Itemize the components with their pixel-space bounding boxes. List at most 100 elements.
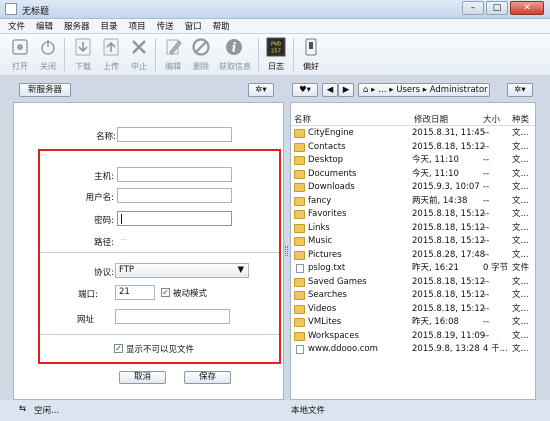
local-files-label: 本地文件 (291, 406, 326, 416)
menu-directory[interactable]: 目录 (101, 20, 118, 32)
file-type: 文... (512, 249, 529, 260)
protocol-select[interactable]: FTP ▼ (115, 263, 249, 278)
file-row[interactable]: Contacts 2015.8.18, 15:12 -- 文... (291, 141, 535, 155)
abort-button[interactable]: 中止 (124, 36, 154, 74)
name-field[interactable] (117, 127, 232, 142)
file-row[interactable]: CityEngine 2015.8.31, 11:45 -- 文... (291, 127, 535, 141)
left-gear-menu[interactable]: ✲▾ (248, 83, 274, 97)
disconnect-button[interactable]: 关闭 (33, 36, 63, 74)
local-file-browser: 名称 修改日期 大小 种类 CityEngine 2015.8.31, 11:45… (290, 102, 536, 400)
status-bar: ⇆ 空闲... 本地文件 (0, 400, 550, 421)
breadcrumb-separator-icon: ▸ … ▸ (371, 85, 394, 95)
host-field[interactable] (117, 167, 232, 182)
password-field[interactable] (117, 211, 232, 226)
file-name: Downloads (308, 182, 355, 192)
file-type: 文... (512, 141, 529, 152)
preferences-label: 偏好 (303, 62, 319, 71)
delete-button[interactable]: 删除 (186, 36, 216, 74)
path-breadcrumb[interactable]: ⌂ ▸ … ▸ Users ▸ Administrator (358, 83, 490, 97)
edit-button[interactable]: 编辑 (158, 36, 188, 74)
download-button[interactable]: 下载 (68, 36, 98, 74)
file-row[interactable]: Desktop 今天, 11:10 -- 文... (291, 154, 535, 168)
file-size: 4 千... (483, 344, 508, 354)
file-type: 文... (512, 182, 529, 192)
file-name: Workspaces (308, 330, 359, 341)
file-type: 文... (512, 317, 529, 327)
upload-button[interactable]: 上传 (96, 36, 126, 74)
protocol-label: 协议: (94, 268, 114, 278)
close-window-button[interactable]: ✕ (510, 1, 544, 15)
file-type: 文... (512, 155, 529, 165)
new-server-button[interactable]: 新服务器 (19, 83, 71, 97)
file-row[interactable]: Searches 2015.8.18, 15:12 -- 文... (291, 289, 535, 303)
preferences-button[interactable]: 偏好 (296, 36, 326, 74)
save-button[interactable]: 保存 (184, 371, 231, 384)
file-row[interactable]: VMLites 昨天, 16:08 -- 文... (291, 316, 535, 330)
get-info-button[interactable]: i 获取信息 (219, 36, 251, 74)
file-row[interactable]: Pictures 2015.8.28, 17:48 -- 文... (291, 249, 535, 263)
file-date: 2015.8.18, 15:12 (412, 209, 486, 219)
file-size: -- (483, 141, 490, 152)
menu-file[interactable]: 文件 (8, 20, 25, 32)
heart-icon: ♥▾ (299, 85, 311, 95)
forward-button[interactable]: ▶ (338, 83, 354, 97)
maximize-button[interactable]: □ (486, 1, 508, 15)
show-hidden-checkbox[interactable]: ✓ (114, 344, 123, 353)
file-row[interactable]: Music 2015.8.18, 15:12 -- 文... (291, 235, 535, 249)
file-row[interactable]: fancy 两天前, 14:38 -- 文... (291, 195, 535, 209)
download-label: 下载 (75, 62, 91, 71)
file-name: CityEngine (308, 128, 354, 138)
breadcrumb-users[interactable]: Users (396, 85, 420, 95)
right-gear-menu[interactable]: ✲▾ (507, 83, 533, 97)
menu-project[interactable]: 项目 (129, 20, 146, 32)
file-date: 昨天, 16:21 (412, 263, 459, 273)
file-size: -- (483, 168, 490, 179)
file-row[interactable]: Links 2015.8.18, 15:12 -- 文... (291, 222, 535, 236)
username-label: 用户名: (85, 193, 114, 203)
protocol-select-value: FTP (119, 265, 135, 275)
menu-edit[interactable]: 编辑 (36, 20, 53, 32)
file-row[interactable]: www.ddooo.com 2015.9.8, 13:28 4 千... 文... (291, 343, 535, 357)
file-row[interactable]: Downloads 2015.9.3, 10:07 -- 文... (291, 181, 535, 195)
folder-icon (294, 142, 305, 152)
cancel-button[interactable]: 取消 (119, 371, 166, 384)
menu-window[interactable]: 窗口 (185, 20, 202, 32)
menu-transfer[interactable]: 传送 (157, 20, 174, 32)
favorites-menu[interactable]: ♥▾ (292, 83, 318, 97)
file-row[interactable]: Favorites 2015.8.18, 15:12 -- 文... (291, 208, 535, 222)
username-field[interactable] (117, 188, 232, 203)
file-row[interactable]: Workspaces 2015.8.19, 11:09 -- 文... (291, 330, 535, 344)
url-field[interactable] (115, 309, 230, 324)
close-label: 关闭 (40, 62, 56, 71)
file-name: VMLites (308, 317, 342, 327)
menu-server[interactable]: 服务器 (64, 20, 90, 32)
gear-icon: ✲▾ (255, 85, 267, 95)
file-type: 文... (512, 303, 529, 314)
file-row[interactable]: Documents 今天, 11:10 -- 文... (291, 168, 535, 182)
file-size: 0 字节 (483, 263, 509, 273)
status-text: 空闲... (34, 406, 60, 416)
passive-mode-checkbox[interactable]: ✓ (161, 288, 170, 297)
file-type: 文... (512, 236, 529, 246)
menu-help[interactable]: 帮助 (213, 20, 230, 32)
file-row[interactable]: Videos 2015.8.18, 15:12 -- 文... (291, 303, 535, 317)
password-label: 密码: (94, 216, 114, 226)
log-button[interactable]: PWD 257 日志 (261, 36, 291, 74)
pane-splitter-handle[interactable] (285, 246, 288, 256)
toolbar-separator (155, 38, 156, 72)
section-divider (40, 334, 280, 335)
file-row[interactable]: pslog.txt 昨天, 16:21 0 字节 文件 (291, 262, 535, 276)
title-bar: 无标题 – □ ✕ (0, 0, 550, 19)
file-type: 文... (512, 276, 529, 287)
file-row[interactable]: Saved Games 2015.8.18, 15:12 -- 文... (291, 276, 535, 290)
minimize-button[interactable]: – (462, 1, 484, 15)
download-arrow-icon (75, 38, 91, 56)
folder-icon (294, 304, 305, 314)
open-button[interactable]: 打开 (5, 36, 35, 74)
file-name: www.ddooo.com (308, 344, 378, 354)
toolbar: 打开 关闭 下载 上传 中止 编辑 删除 i 获取信息 PWD 257 日志 偏… (0, 34, 550, 76)
back-button[interactable]: ◀ (322, 83, 338, 97)
breadcrumb-administrator[interactable]: Administrator (430, 85, 488, 95)
port-field[interactable]: 21 (115, 285, 155, 300)
get-info-label: 获取信息 (219, 62, 251, 71)
